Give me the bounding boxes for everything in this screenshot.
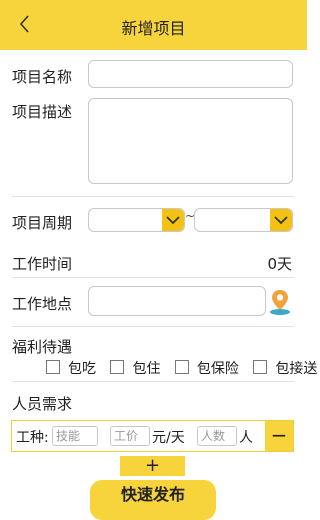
location-pin-icon	[270, 290, 290, 315]
checkbox[interactable]	[174, 360, 189, 374]
wage-input[interactable]: 工价	[110, 426, 150, 446]
worker-type-label: 工种:	[16, 430, 49, 446]
project-desc-textarea[interactable]	[88, 98, 293, 184]
work-location-input[interactable]	[88, 286, 266, 316]
location-pin-button[interactable]	[268, 288, 292, 316]
divider	[12, 381, 294, 382]
period-start-select[interactable]	[88, 208, 185, 232]
chevron-down-icon	[270, 209, 292, 231]
app-header: 新增项目	[0, 0, 307, 50]
headcount-unit: 人	[239, 430, 253, 446]
skill-input[interactable]: 技能	[52, 426, 98, 446]
project-desc-label: 项目描述	[12, 103, 73, 121]
wage-unit: 元/天	[152, 430, 185, 446]
divider	[12, 326, 294, 327]
welfare-option-meals[interactable]: 包吃	[46, 358, 96, 378]
remove-row-button[interactable]: −	[265, 421, 293, 451]
add-row-button[interactable]: +	[120, 456, 185, 476]
publish-button[interactable]: 快速发布	[90, 480, 216, 520]
divider	[12, 277, 294, 278]
work-location-label: 工作地点	[12, 295, 73, 313]
period-end-select[interactable]	[194, 208, 293, 232]
checkbox[interactable]	[110, 360, 125, 374]
checkbox[interactable]	[253, 360, 268, 374]
checkbox[interactable]	[46, 360, 60, 374]
project-name-label: 项目名称	[12, 68, 73, 86]
staff-label: 人员需求	[12, 395, 73, 413]
work-time-label: 工作时间	[12, 255, 73, 273]
welfare-label: 福利待遇	[12, 338, 73, 356]
worker-requirement-row: 工种: 技能 工价 元/天 人数 人 −	[11, 420, 294, 452]
welfare-option-housing[interactable]: 包住	[110, 358, 160, 378]
work-time-value: 0天	[267, 255, 292, 273]
divider	[12, 196, 294, 197]
page-title: 新增项目	[121, 19, 186, 38]
welfare-options: 包吃 包住 包保险 包接送	[46, 358, 320, 378]
headcount-input[interactable]: 人数	[197, 426, 237, 446]
project-name-input[interactable]	[88, 60, 293, 88]
welfare-option-insurance[interactable]: 包保险	[174, 358, 239, 378]
welfare-option-shuttle[interactable]: 包接送	[253, 358, 317, 378]
chevron-down-icon	[162, 209, 184, 231]
project-period-label: 项目周期	[12, 214, 73, 232]
